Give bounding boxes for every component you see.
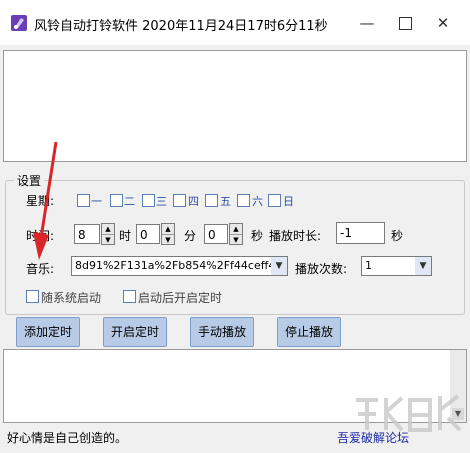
chevron-down-icon: ▼ <box>271 257 287 275</box>
weekday-checkbox-2[interactable] <box>110 194 123 207</box>
status-message: 好心情是自己创造的。 <box>7 431 128 445</box>
weekday-label-2: 二 <box>124 195 135 208</box>
weekday-checkbox-4[interactable] <box>173 194 186 207</box>
minute-input[interactable]: 0 <box>136 224 160 244</box>
hour-spinner[interactable]: ▲ ▼ <box>101 223 115 245</box>
minute-unit: 分 <box>184 229 197 243</box>
spin-down-icon: ▼ <box>105 236 111 244</box>
weekday-checkbox-1[interactable] <box>77 194 90 207</box>
hour-unit: 时 <box>119 229 132 243</box>
weekday-checkbox-6[interactable] <box>237 194 250 207</box>
music-value: 8d91%2F131a%2Fb854%2Ff44ceff4475 <box>75 259 288 272</box>
second-unit: 秒 <box>251 229 264 243</box>
duration-unit: 秒 <box>391 229 404 243</box>
spin-down-icon: ▼ <box>165 236 171 244</box>
hour-input[interactable]: 8 <box>74 224 100 244</box>
start-timer-button[interactable]: 开启定时 <box>103 317 167 347</box>
start-timer-label: 启动后开启定时 <box>138 291 223 305</box>
weekday-checkbox-3[interactable] <box>142 194 155 207</box>
spin-down-icon: ▼ <box>233 236 239 244</box>
play-count-select[interactable]: 1 ▼ <box>361 256 432 276</box>
weekday-label-1: 一 <box>91 195 102 208</box>
weekday-label: 星期: <box>26 194 55 208</box>
minute-spinner[interactable]: ▲ ▼ <box>161 223 175 245</box>
maximize-icon <box>398 17 412 30</box>
timer-list-box[interactable] <box>3 50 467 162</box>
music-label: 音乐: <box>26 262 55 276</box>
second-spinner[interactable]: ▲ ▼ <box>229 223 243 245</box>
weekday-label-3: 三 <box>156 195 167 208</box>
autostart-checkbox[interactable] <box>26 290 39 303</box>
add-timer-button[interactable]: 添加定时 <box>16 317 80 347</box>
weekday-checkbox-7[interactable] <box>268 194 281 207</box>
window-title: 风铃自动打铃软件 2020年11月24日17时6分11秒 <box>34 19 328 34</box>
play-count-value: 1 <box>365 259 372 272</box>
duration-input[interactable]: -1 <box>336 222 385 244</box>
duration-label: 播放时长: <box>269 229 322 243</box>
settings-group-title: 设置 <box>14 172 45 189</box>
close-button[interactable]: ✕ <box>428 10 458 36</box>
close-icon: ✕ <box>436 14 450 32</box>
music-select[interactable]: 8d91%2F131a%2Fb854%2Ff44ceff4475 ▼ <box>71 256 288 276</box>
weekday-label-6: 六 <box>252 195 263 208</box>
minimize-button[interactable]: — <box>352 10 382 36</box>
autostart-label: 随系统启动 <box>41 291 102 305</box>
weekday-checkbox-5[interactable] <box>205 194 218 207</box>
spin-up-icon: ▲ <box>162 224 174 235</box>
title-bar: 风铃自动打铃软件 2020年11月24日17时6分11秒 — ✕ <box>0 0 470 45</box>
spin-up-icon: ▲ <box>230 224 242 235</box>
play-count-label: 播放次数: <box>295 262 348 276</box>
maximize-button[interactable] <box>390 10 420 36</box>
spin-up-icon: ▲ <box>102 224 114 235</box>
manual-play-button[interactable]: 手动播放 <box>190 317 254 347</box>
time-label: 时间: <box>26 229 55 243</box>
watermark-logo <box>356 394 462 432</box>
weekday-label-5: 五 <box>220 195 231 208</box>
app-bell-icon <box>11 15 27 31</box>
second-input[interactable]: 0 <box>204 224 228 244</box>
weekday-label-4: 四 <box>188 195 199 208</box>
chevron-down-icon: ▼ <box>415 257 431 275</box>
start-timer-checkbox[interactable] <box>123 290 136 303</box>
stop-play-button[interactable]: 停止播放 <box>277 317 341 347</box>
weekday-label-7: 日 <box>283 195 294 208</box>
minimize-icon: — <box>359 14 375 32</box>
